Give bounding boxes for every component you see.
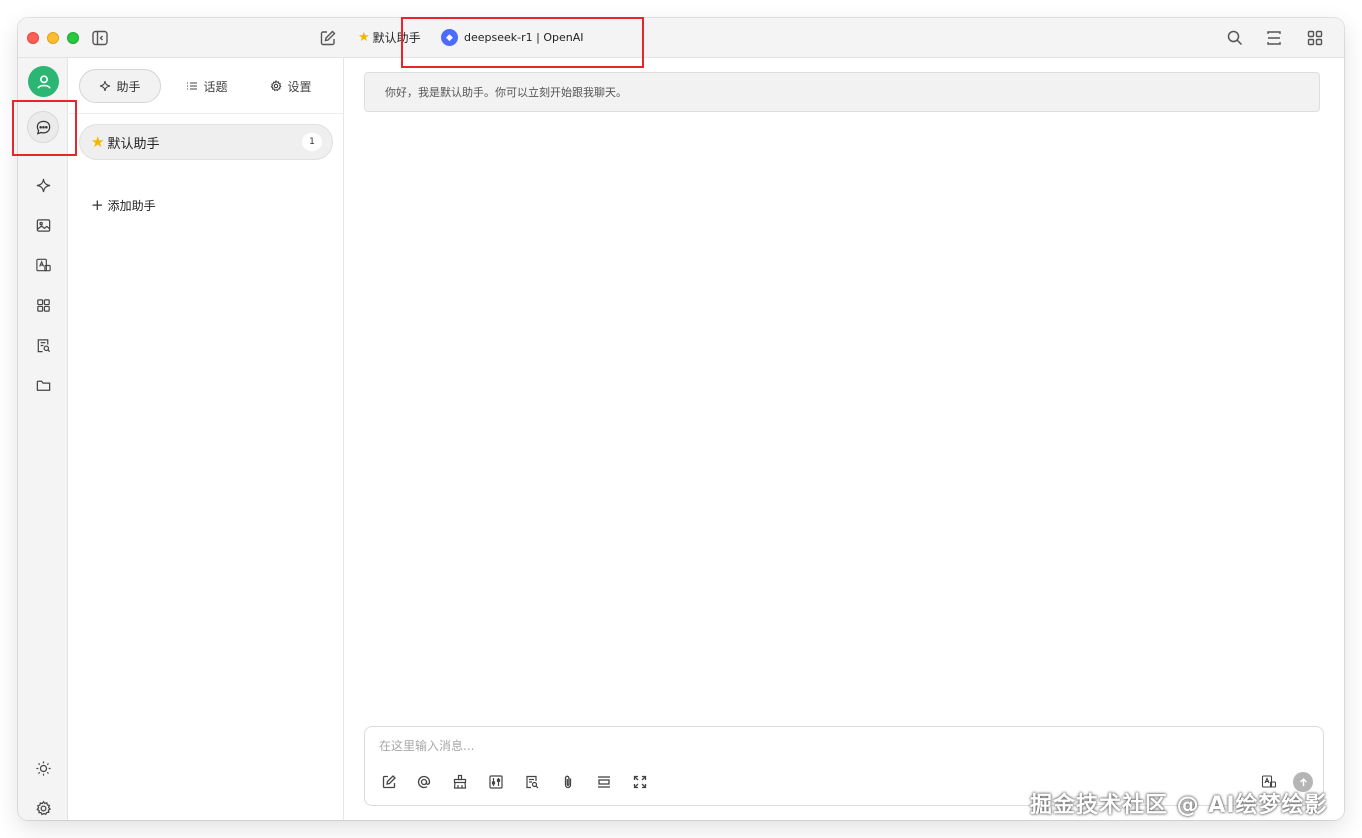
clear-broom-icon[interactable] <box>450 772 470 792</box>
add-assistant-label: 添加助手 <box>107 198 156 213</box>
message-input[interactable] <box>379 737 1279 755</box>
agents-sparkle-icon[interactable] <box>27 169 59 201</box>
navigation-rail <box>18 58 68 820</box>
attachment-paperclip-icon[interactable] <box>558 772 578 792</box>
panel-tabs: 助手 话题 设置 <box>69 58 344 114</box>
narrow-mode-icon[interactable] <box>1264 28 1284 48</box>
files-folder-icon[interactable] <box>27 369 59 401</box>
list-icon <box>187 82 198 90</box>
expand-fullscreen-icon[interactable] <box>630 772 650 792</box>
tab-settings[interactable]: 设置 <box>261 69 321 103</box>
assistants-panel: 助手 话题 设置 ★ 默认助手 1 + 添加助手 <box>69 58 344 820</box>
sidebar-toggle-icon[interactable] <box>90 28 110 48</box>
mention-at-icon[interactable] <box>414 772 434 792</box>
assistant-list-item[interactable]: ★ 默认助手 1 <box>79 124 333 160</box>
user-avatar[interactable] <box>28 66 59 97</box>
chat-area: 你好，我是默认助手。你可以立刻开始跟我聊天。 <box>345 58 1344 820</box>
deepseek-logo-icon: ◆ <box>441 29 458 46</box>
chat-nav-icon[interactable] <box>27 111 59 143</box>
model-name-text: deepseek-r1 | OpenAI <box>464 31 584 44</box>
new-topic-edit-icon[interactable] <box>379 772 399 792</box>
search-icon[interactable] <box>1225 28 1245 48</box>
new-chat-edit-icon[interactable] <box>318 28 338 48</box>
assistant-name-text: 默认助手 <box>372 31 421 45</box>
tab-assistants-label: 助手 <box>116 79 141 94</box>
arrow-up-icon <box>1299 777 1307 786</box>
title-bar: ★ 默认助手 ◆ deepseek-r1 | OpenAI <box>18 18 1344 58</box>
assistant-item-label: 默认助手 <box>107 136 160 152</box>
minimize-window-button[interactable] <box>47 32 59 44</box>
star-icon: ★ <box>358 30 370 45</box>
image-painting-icon[interactable] <box>27 209 59 241</box>
watermark-text: 掘金技术社区 @ AI绘梦绘影 <box>1030 793 1328 818</box>
mini-apps-grid-icon[interactable] <box>27 289 59 321</box>
welcome-message: 你好，我是默认助手。你可以立刻开始跟我聊天。 <box>364 72 1320 112</box>
knowledge-search-icon[interactable] <box>522 772 542 792</box>
tab-topics[interactable]: 话题 <box>177 69 237 103</box>
tab-assistants[interactable]: 助手 <box>79 69 161 103</box>
context-separator-icon[interactable] <box>594 772 614 792</box>
add-assistant-button[interactable]: + 添加助手 <box>91 196 156 214</box>
close-window-button[interactable] <box>27 32 39 44</box>
star-icon: ★ <box>91 133 105 151</box>
gear-icon <box>271 80 283 92</box>
theme-sun-icon[interactable] <box>27 752 59 784</box>
maximize-window-button[interactable] <box>67 32 79 44</box>
settings-sliders-icon[interactable] <box>486 772 506 792</box>
tab-settings-label: 设置 <box>287 79 312 94</box>
settings-gear-icon[interactable] <box>27 792 59 820</box>
sparkle-icon <box>100 80 111 92</box>
tab-topics-label: 话题 <box>203 79 228 94</box>
plus-icon: + <box>91 196 104 214</box>
app-window: ★ 默认助手 ◆ deepseek-r1 | OpenAI 助手 话题 设置 ★… <box>18 18 1344 820</box>
translate-icon[interactable] <box>27 249 59 281</box>
model-selector[interactable]: ◆ deepseek-r1 | OpenAI <box>441 29 583 46</box>
apps-grid-icon[interactable] <box>1305 28 1325 48</box>
current-assistant-label[interactable]: ★ 默认助手 <box>358 29 421 46</box>
topic-count-badge: 1 <box>302 133 322 151</box>
knowledge-base-icon[interactable] <box>27 329 59 361</box>
